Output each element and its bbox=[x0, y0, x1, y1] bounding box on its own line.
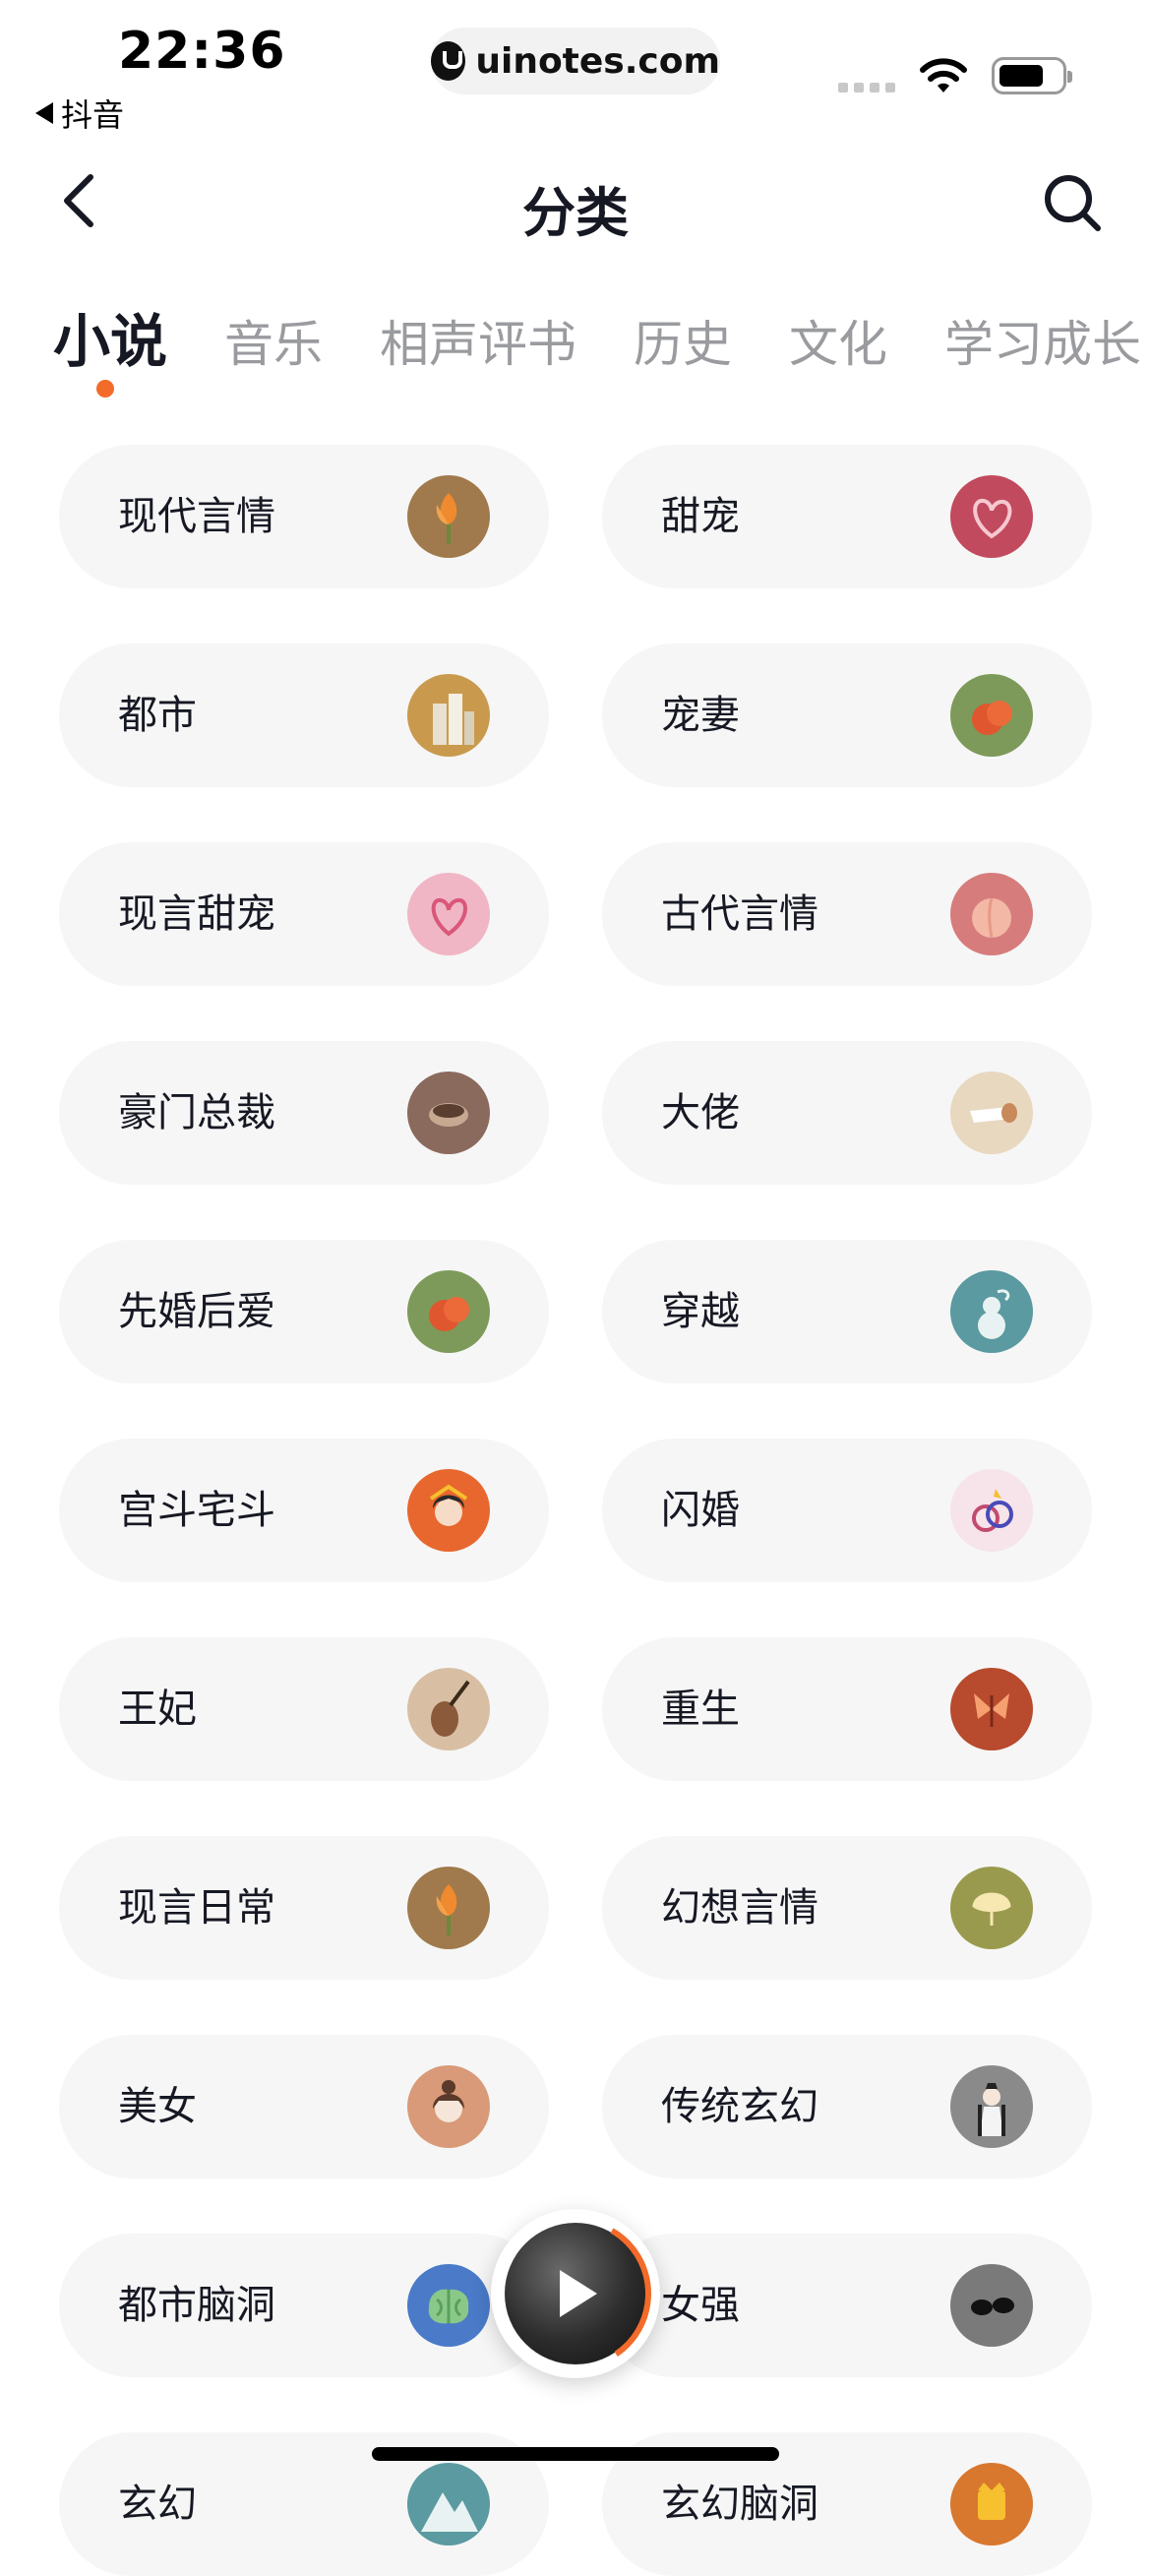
category-label: 古代言情 bbox=[661, 891, 818, 937]
category-card[interactable]: 王妃 bbox=[59, 1637, 549, 1781]
pipa-icon bbox=[407, 1668, 490, 1750]
category-label: 现言甜宠 bbox=[118, 891, 275, 937]
status-time: 22:36 bbox=[118, 22, 286, 81]
category-label: 女强 bbox=[661, 2283, 740, 2328]
tab-music[interactable]: 音乐 bbox=[224, 305, 323, 376]
swordsman-icon bbox=[950, 2065, 1033, 2148]
category-card[interactable]: 都市 bbox=[59, 644, 549, 787]
search-icon[interactable] bbox=[1041, 171, 1104, 234]
tab-crosstalk[interactable]: 相声评书 bbox=[380, 305, 576, 376]
back-app-label: 抖音 bbox=[61, 96, 125, 134]
lily-flower-icon bbox=[407, 475, 490, 558]
category-card[interactable]: 宫斗宅斗 bbox=[59, 1439, 549, 1582]
lily-flower-icon bbox=[407, 1867, 490, 1949]
category-card[interactable]: 女强 bbox=[602, 2234, 1092, 2377]
floating-player-button[interactable] bbox=[491, 2209, 660, 2378]
category-label: 甜宠 bbox=[661, 494, 740, 539]
tab-culture[interactable]: 文化 bbox=[789, 305, 887, 376]
category-card[interactable]: 幻想言情 bbox=[602, 1836, 1092, 1980]
category-label: 豪门总裁 bbox=[118, 1090, 275, 1135]
back-triangle-icon bbox=[35, 102, 53, 124]
category-tabs: 小说 音乐 相声评书 历史 文化 学习成长 bbox=[53, 295, 1141, 378]
status-bar: 22:36 抖音 uinotes.com bbox=[0, 0, 1151, 138]
tab-history[interactable]: 历史 bbox=[634, 305, 732, 376]
tab-learning[interactable]: 学习成长 bbox=[944, 305, 1141, 376]
brain-icon bbox=[407, 2264, 490, 2347]
category-card[interactable]: 现言日常 bbox=[59, 1836, 549, 1980]
category-label: 现代言情 bbox=[118, 494, 275, 539]
butterfly-icon bbox=[950, 1668, 1033, 1750]
signal-icon bbox=[838, 83, 895, 92]
cup-icon bbox=[407, 1072, 490, 1154]
category-card[interactable]: 大佬 bbox=[602, 1041, 1092, 1185]
category-card[interactable]: 先婚后爱 bbox=[59, 1240, 549, 1383]
home-indicator bbox=[372, 2447, 779, 2461]
page-title: 分类 bbox=[522, 182, 629, 244]
site-logo-icon bbox=[431, 41, 466, 81]
back-to-app-link[interactable]: 抖音 bbox=[35, 91, 124, 136]
category-card[interactable]: 宠妻 bbox=[602, 644, 1092, 787]
peach-icon bbox=[950, 873, 1033, 955]
rings-icon bbox=[950, 1469, 1033, 1552]
category-label: 穿越 bbox=[661, 1289, 740, 1334]
category-card[interactable]: 都市脑洞 bbox=[59, 2234, 549, 2377]
category-label: 重生 bbox=[661, 1687, 740, 1732]
pink-heart-icon bbox=[407, 873, 490, 955]
category-card[interactable]: 闪婚 bbox=[602, 1439, 1092, 1582]
category-label: 宠妻 bbox=[661, 693, 740, 738]
category-card[interactable]: 古代言情 bbox=[602, 842, 1092, 986]
category-label: 都市 bbox=[118, 693, 197, 738]
category-label: 宫斗宅斗 bbox=[118, 1488, 275, 1533]
category-label: 王妃 bbox=[118, 1687, 197, 1732]
ginkgo-icon bbox=[950, 1867, 1033, 1949]
category-label: 传统玄幻 bbox=[661, 2084, 818, 2129]
url-pill[interactable]: uinotes.com bbox=[431, 28, 720, 94]
play-icon bbox=[560, 2270, 597, 2317]
sunglasses-icon bbox=[950, 2264, 1033, 2347]
heart-ribbon-icon bbox=[950, 475, 1033, 558]
category-card[interactable]: 豪门总裁 bbox=[59, 1041, 549, 1185]
navbar: 分类 bbox=[0, 148, 1151, 256]
category-label: 玄幻 bbox=[118, 2482, 197, 2527]
wifi-icon bbox=[920, 58, 967, 92]
category-card[interactable]: 现代言情 bbox=[59, 445, 549, 588]
crown-icon bbox=[950, 2463, 1033, 2545]
category-card[interactable]: 美女 bbox=[59, 2035, 549, 2178]
active-tab-indicator bbox=[96, 380, 114, 398]
gourd-icon bbox=[950, 1270, 1033, 1353]
category-card[interactable]: 传统玄幻 bbox=[602, 2035, 1092, 2178]
category-card[interactable]: 现言甜宠 bbox=[59, 842, 549, 986]
category-label: 先婚后爱 bbox=[118, 1289, 275, 1334]
category-card[interactable]: 重生 bbox=[602, 1637, 1092, 1781]
category-label: 都市脑洞 bbox=[118, 2283, 275, 2328]
battery-icon bbox=[992, 57, 1072, 94]
red-flower-icon bbox=[950, 674, 1033, 757]
category-label: 现言日常 bbox=[118, 1885, 275, 1931]
url-text: uinotes.com bbox=[475, 40, 720, 82]
red-flower-icon bbox=[407, 1270, 490, 1353]
category-label: 幻想言情 bbox=[661, 1885, 818, 1931]
city-buildings-icon bbox=[407, 674, 490, 757]
woman-icon bbox=[407, 2065, 490, 2148]
mountain-icon bbox=[407, 2463, 490, 2545]
category-label: 大佬 bbox=[661, 1090, 740, 1135]
category-label: 闪婚 bbox=[661, 1488, 740, 1533]
tab-novel[interactable]: 小说 bbox=[53, 295, 167, 378]
category-card[interactable]: 甜宠 bbox=[602, 445, 1092, 588]
pipe-icon bbox=[950, 1072, 1033, 1154]
empress-icon bbox=[407, 1469, 490, 1552]
category-card[interactable]: 穿越 bbox=[602, 1240, 1092, 1383]
category-label: 美女 bbox=[118, 2084, 197, 2129]
